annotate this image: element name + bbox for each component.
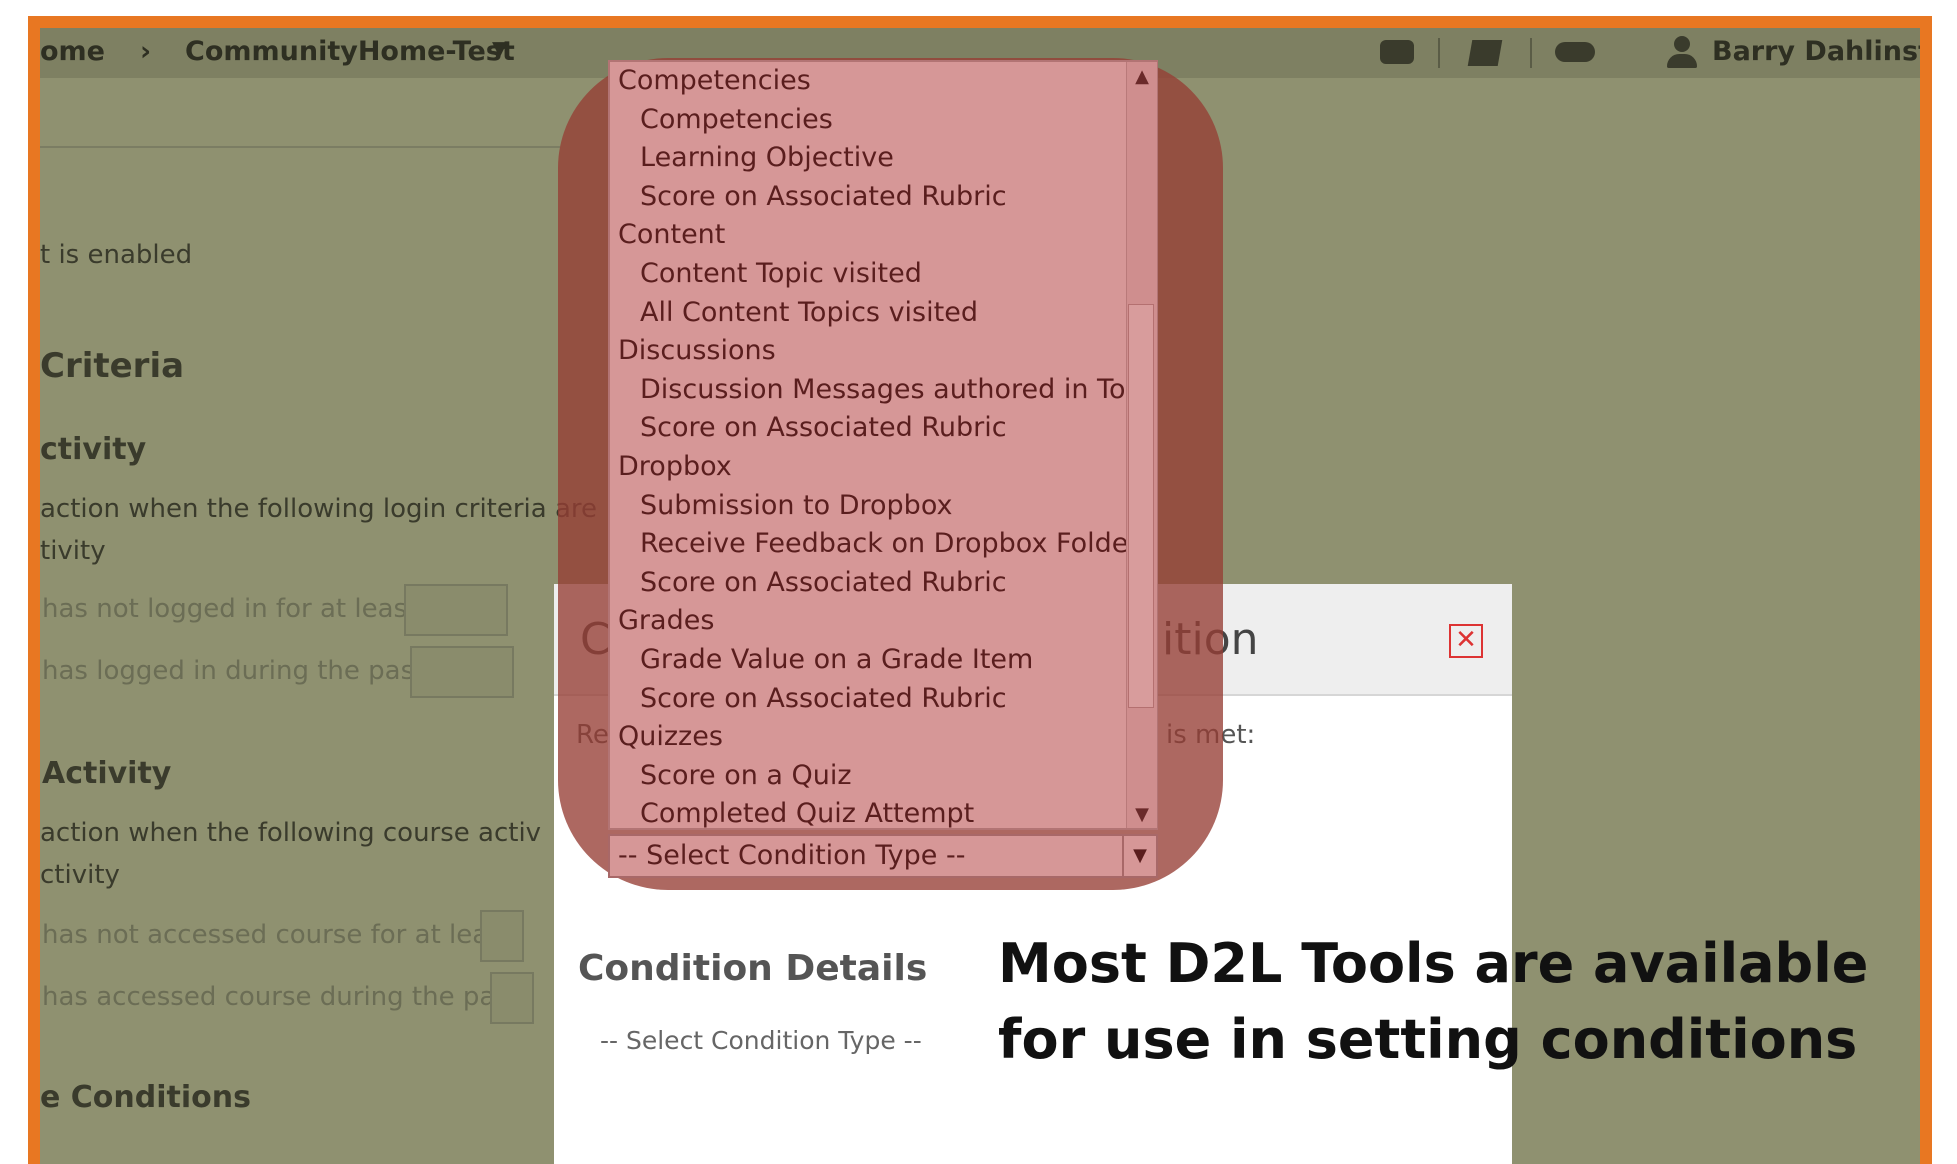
criteria-heading: Criteria [40,346,185,386]
enabled-text: t is enabled [40,240,193,270]
condition-type-select[interactable]: -- Select Condition Type -- ▼ [608,834,1158,878]
dropdown-option[interactable]: Completed Quiz Attempt [640,795,974,828]
dropdown-option[interactable]: Grade Value on a Grade Item [640,641,1033,679]
course-activity-heading: Activity [42,756,172,791]
scroll-down-icon[interactable]: ▼ [1127,804,1157,825]
mail-icon[interactable] [1467,40,1503,66]
login-activity-desc-2: tivity [40,536,106,566]
breadcrumb-separator: › [140,36,152,67]
not-accessed-input[interactable] [480,910,524,962]
user-name[interactable]: Barry Dahlinstr [1712,36,1920,67]
not-logged-in-input[interactable] [404,584,508,636]
conditions-heading: e Conditions [40,1080,251,1115]
dropdown-option[interactable]: Score on Associated Rubric [640,564,1007,602]
caption-line-2: for use in setting conditions [998,1008,1858,1071]
dropdown-group-label: Grades [618,605,715,637]
logged-in-label: has logged in during the past [42,656,425,686]
condition-details-heading: Condition Details [578,948,928,989]
dropdown-option[interactable]: Score on Associated Rubric [640,680,1007,718]
caption-line-1: Most D2L Tools are available [998,932,1869,995]
dropdown-group-label: Dropbox [618,451,732,482]
course-activity-desc-2: ctivity [40,860,120,890]
dropdown-option[interactable]: Score on Associated Rubric [640,178,1007,216]
dropdown-option[interactable]: Discussion Messages authored in Topic [640,371,1156,409]
scroll-up-icon[interactable]: ▲ [1127,66,1157,87]
condition-details-placeholder: -- Select Condition Type -- [600,1026,922,1055]
not-logged-in-label: has not logged in for at least [42,594,418,624]
accessed-label: has accessed course during the past [42,982,520,1012]
breadcrumb-home[interactable]: ome [40,36,105,67]
condition-type-selected-value: -- Select Condition Type -- [618,840,966,871]
breadcrumb-course[interactable]: CommunityHome-Test [185,36,515,67]
accessed-input[interactable] [490,972,534,1024]
chevron-down-icon[interactable]: ▼ [1122,836,1156,876]
logged-in-input[interactable] [410,646,514,698]
dropdown-group-label: Discussions [618,335,776,367]
login-activity-desc: action when the following login criteria… [40,494,598,524]
caret-down-icon[interactable]: ▼ [492,36,507,60]
dropdown-option[interactable]: Score on Associated Rubric [640,409,1007,447]
dropdown-group-label: Competencies [618,65,811,96]
not-accessed-label: has not accessed course for at least [42,920,512,950]
user-avatar-icon[interactable] [1665,36,1699,70]
divider [40,146,560,148]
dropdown-option[interactable]: Competencies [640,101,833,139]
dropdown-group-label: Content [618,219,726,251]
dropdown-option[interactable]: Receive Feedback on Dropbox Folder [640,525,1139,563]
divider [1438,38,1440,68]
notifications-icon[interactable] [1555,42,1595,62]
dropdown-group-label: Quizzes [618,721,723,753]
scrollbar-thumb[interactable] [1128,304,1154,708]
dropdown-option[interactable]: Score on a Quiz [640,757,852,795]
dropdown-option[interactable]: Content Topic visited [640,255,922,293]
dropdown-option[interactable]: Submission to Dropbox [640,487,953,525]
slide-caption: Most D2L Tools are available for use in … [998,926,1868,1078]
condition-type-dropdown-list[interactable]: Competencies Competencies Learning Objecti… [608,60,1158,830]
app-screen: ome › CommunityHome-Test ▼ Barry Dahlins… [40,28,1920,1164]
dropdown-option[interactable]: All Content Topics visited [640,294,978,332]
login-activity-heading: ctivity [40,432,147,467]
message-icon[interactable] [1380,40,1414,64]
close-icon[interactable]: ✕ [1449,624,1483,658]
dropdown-option[interactable]: Learning Objective [640,139,894,177]
course-activity-desc: action when the following course activ [40,818,542,848]
divider [1530,38,1532,68]
